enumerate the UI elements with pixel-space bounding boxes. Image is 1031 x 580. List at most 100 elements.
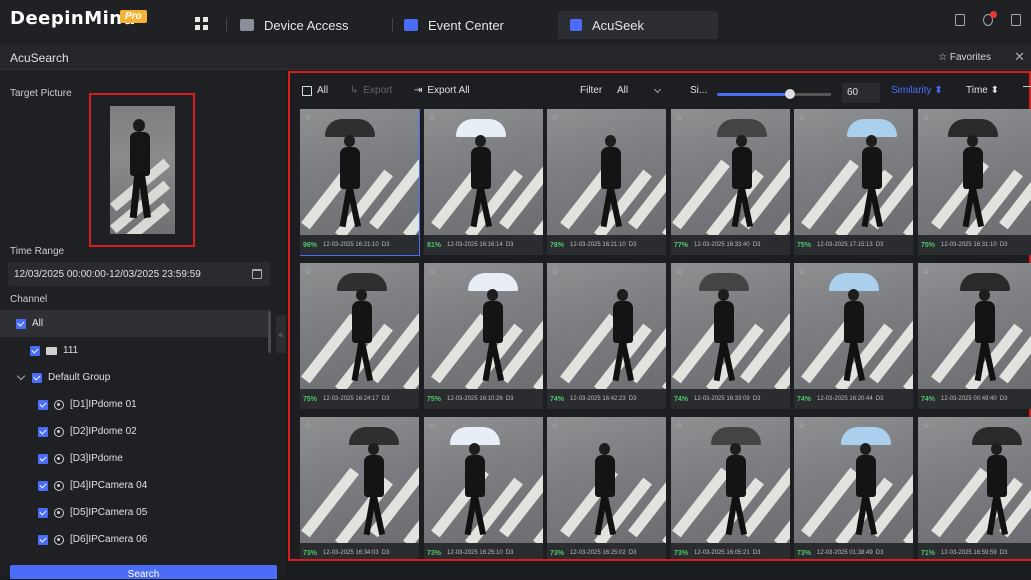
favorite-star-icon[interactable]: ☆: [922, 112, 930, 123]
similarity-input[interactable]: 60: [842, 83, 880, 103]
favorite-star-icon[interactable]: ☆: [304, 420, 312, 431]
favorite-star-icon[interactable]: ☆: [304, 266, 312, 277]
result-card[interactable]: ☆ 73% 12-03-2025 16:25:02 D3: [547, 417, 666, 559]
result-thumbnail[interactable]: ☆: [424, 109, 543, 235]
channel-item[interactable]: [D3]IPdome: [0, 445, 270, 472]
result-thumbnail[interactable]: ☆: [794, 263, 913, 389]
export-all-button[interactable]: ⇥ Export All: [414, 85, 470, 96]
result-card[interactable]: ☆ 77% 12-03-2025 16:33:40 D3: [671, 109, 790, 255]
favorite-star-icon[interactable]: ☆: [798, 112, 806, 123]
checkbox-icon[interactable]: [38, 426, 48, 437]
result-card[interactable]: ☆ 73% 12-03-2025 16:25:10 D3: [424, 417, 543, 559]
tab-event-center[interactable]: Event Center: [404, 11, 504, 39]
filter-select[interactable]: Filter All: [580, 85, 666, 96]
result-thumbnail[interactable]: ☆: [300, 109, 419, 235]
checkbox-icon[interactable]: [38, 507, 48, 518]
result-card[interactable]: ☆ 81% 12-03-2025 16:16:14 D3: [424, 109, 543, 255]
favorite-star-icon[interactable]: ☆: [798, 266, 806, 277]
close-icon[interactable]: ✕: [1014, 49, 1025, 65]
result-thumbnail[interactable]: ☆: [918, 263, 1031, 389]
result-card[interactable]: ☆ 74% 12-03-2025 16:42:23 D3: [547, 263, 666, 409]
favorite-star-icon[interactable]: ☆: [551, 266, 559, 277]
result-thumbnail[interactable]: ☆: [424, 417, 543, 543]
notification-icon[interactable]: [983, 11, 997, 26]
result-card[interactable]: ☆ 71% 12-03-2025 16:59:59 D3: [918, 417, 1031, 559]
checkbox-icon[interactable]: [38, 534, 48, 545]
result-card[interactable]: ☆ 75% 12-03-2025 17:15:13 D3: [794, 109, 913, 255]
channel-item[interactable]: [D1]IPdome 01: [0, 391, 270, 418]
result-thumbnail[interactable]: ☆: [300, 263, 419, 389]
favorite-star-icon[interactable]: ☆: [922, 420, 930, 431]
channel-default-group[interactable]: Default Group: [0, 364, 270, 391]
checkbox-icon[interactable]: [38, 399, 48, 410]
export-button[interactable]: ↳ Export: [350, 85, 392, 96]
channel-item[interactable]: [D4]IPCamera 04: [0, 472, 270, 499]
app-grid-icon[interactable]: [195, 17, 208, 30]
channel-item[interactable]: [D5]IPCamera 05: [0, 499, 270, 526]
channel-item[interactable]: [D2]IPdome 02: [0, 418, 270, 445]
result-card[interactable]: ☆ 73% 12-03-2025 01:38:49 D3: [794, 417, 913, 559]
result-thumbnail[interactable]: ☆: [918, 417, 1031, 543]
time-range-input[interactable]: 12/03/2025 00:00:00-12/03/2025 23:59:59: [8, 262, 270, 286]
checkbox-icon[interactable]: [38, 453, 48, 464]
tab-device-access[interactable]: Device Access: [240, 11, 349, 39]
checkbox-icon[interactable]: [16, 318, 26, 329]
channel-all[interactable]: All: [0, 310, 270, 337]
checkbox-icon[interactable]: [30, 345, 40, 356]
favorite-star-icon[interactable]: ☆: [428, 420, 436, 431]
result-card[interactable]: ☆ 74% 12-03-2025 00:49:40 D3: [918, 263, 1031, 409]
collapse-panel-button[interactable]: «: [276, 315, 286, 353]
result-card[interactable]: ☆ 78% 12-03-2025 16:21:10 D3: [547, 109, 666, 255]
result-thumbnail[interactable]: ☆: [547, 417, 666, 543]
result-thumbnail[interactable]: ☆: [794, 417, 913, 543]
download-icon[interactable]: [1011, 14, 1021, 26]
result-thumbnail[interactable]: ☆: [424, 263, 543, 389]
result-card[interactable]: ☆ 75% 12-03-2025 16:24:17 D3: [300, 263, 419, 409]
channel-item[interactable]: [D6]IPCamera 06: [0, 526, 270, 553]
result-thumbnail[interactable]: ☆: [794, 109, 913, 235]
favorite-star-icon[interactable]: ☆: [428, 266, 436, 277]
favorite-star-icon[interactable]: ☆: [798, 420, 806, 431]
favorites-button[interactable]: ☆ Favorites: [938, 52, 991, 63]
similarity-slider[interactable]: [717, 89, 831, 99]
result-thumbnail[interactable]: ☆: [300, 417, 419, 543]
result-card[interactable]: ☆ 75% 12-03-2025 16:10:26 D3: [424, 263, 543, 409]
slider-handle[interactable]: [785, 89, 795, 99]
result-thumbnail[interactable]: ☆: [547, 263, 666, 389]
lock-icon[interactable]: [955, 14, 965, 26]
favorite-star-icon[interactable]: ☆: [428, 112, 436, 123]
similarity-percent: 96%: [303, 241, 318, 249]
result-card[interactable]: ☆ 75% 12-03-2025 16:31:10 D3: [918, 109, 1031, 255]
result-card[interactable]: ☆ 96% 12-03-2025 16:21:10 D3: [300, 109, 420, 256]
favorite-star-icon[interactable]: ☆: [675, 420, 683, 431]
calendar-icon[interactable]: [252, 269, 262, 279]
favorite-star-icon[interactable]: ☆: [551, 420, 559, 431]
checkbox-icon[interactable]: [32, 372, 42, 383]
tab-acuseek[interactable]: AcuSeek: [558, 11, 718, 39]
sort-time[interactable]: Time ⬍: [966, 85, 999, 96]
result-card[interactable]: ☆ 73% 12-03-2025 16:34:03 D3: [300, 417, 419, 559]
result-card[interactable]: ☆ 73% 12-03-2025 16:05:21 D3: [671, 417, 790, 559]
result-card[interactable]: ☆ 74% 12-03-2025 16:33:09 D3: [671, 263, 790, 409]
result-thumbnail[interactable]: ☆: [671, 263, 790, 389]
favorite-star-icon[interactable]: ☆: [675, 266, 683, 277]
favorite-star-icon[interactable]: ☆: [922, 266, 930, 277]
favorite-star-icon[interactable]: ☆: [675, 112, 683, 123]
chevron-down-icon[interactable]: [16, 371, 26, 381]
sort-similarity[interactable]: Similarity ⬍: [891, 85, 943, 96]
checkbox-icon[interactable]: [38, 480, 48, 491]
checkbox-icon[interactable]: [302, 85, 312, 96]
filter-funnel-icon[interactable]: [1023, 86, 1031, 95]
result-thumbnail[interactable]: ☆: [671, 109, 790, 235]
result-thumbnail[interactable]: ☆: [547, 109, 666, 235]
result-card[interactable]: ☆ 74% 12-03-2025 16:20:44 D3: [794, 263, 913, 409]
result-thumbnail[interactable]: ☆: [918, 109, 1031, 235]
channel-folder-111[interactable]: 111: [0, 337, 270, 364]
select-all-checkbox[interactable]: All: [302, 85, 328, 96]
result-thumbnail[interactable]: ☆: [671, 417, 790, 543]
favorite-star-icon[interactable]: ☆: [304, 112, 312, 123]
favorite-star-icon[interactable]: ☆: [551, 112, 559, 123]
target-picture[interactable]: [89, 93, 195, 247]
search-button[interactable]: Search: [10, 565, 277, 580]
tree-scrollbar[interactable]: [268, 311, 271, 353]
